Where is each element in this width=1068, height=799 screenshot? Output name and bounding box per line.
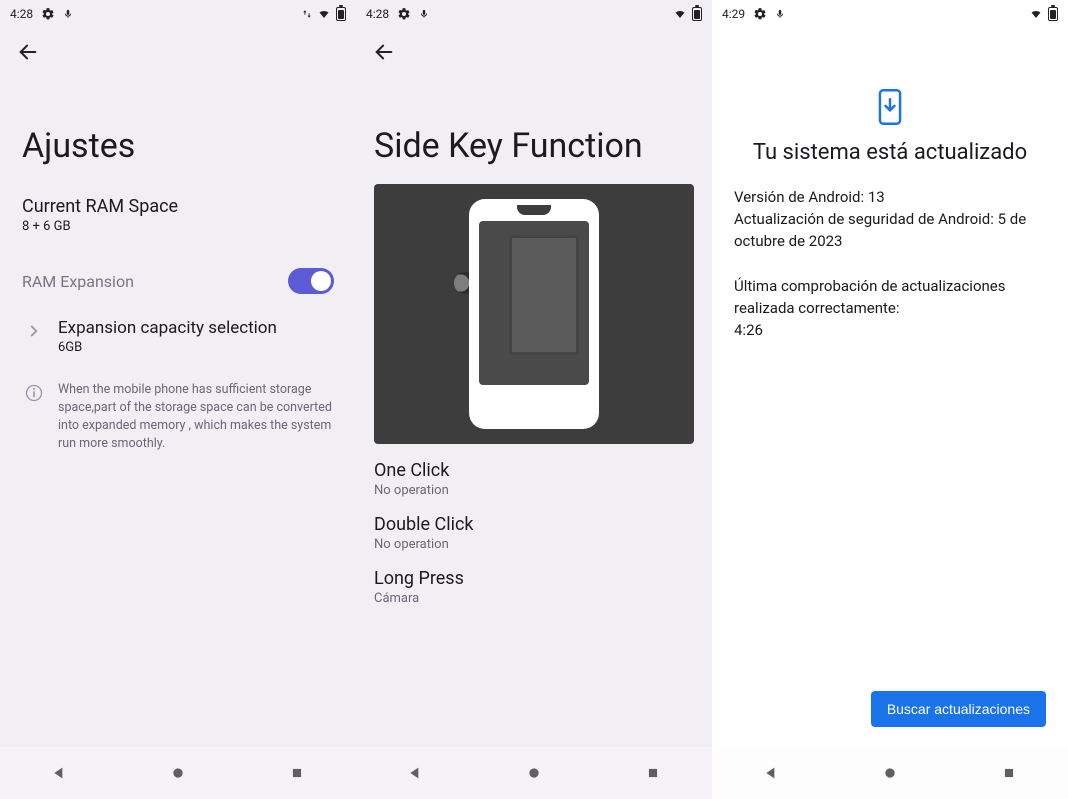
nav-recent-button[interactable] bbox=[989, 753, 1029, 793]
page-title: Side Key Function bbox=[356, 76, 712, 184]
option-double-click[interactable]: Double Click No operation bbox=[356, 498, 712, 552]
update-title: Tu sistema está actualizado bbox=[734, 140, 1046, 165]
android-version-text: Versión de Android: 13 bbox=[734, 187, 1046, 209]
nav-recent-button[interactable] bbox=[277, 753, 317, 793]
gear-icon bbox=[753, 7, 767, 21]
gear-icon bbox=[41, 7, 55, 21]
nav-recent-icon bbox=[1002, 766, 1016, 780]
nav-bar bbox=[356, 747, 712, 799]
battery-icon bbox=[336, 7, 346, 21]
nav-recent-icon bbox=[646, 766, 660, 780]
wifi-icon bbox=[672, 8, 688, 20]
nav-home-button[interactable] bbox=[158, 753, 198, 793]
wifi-icon bbox=[316, 8, 332, 20]
ram-expansion-label: RAM Expansion bbox=[22, 272, 134, 291]
option-title: One Click bbox=[374, 460, 694, 481]
option-value: No operation bbox=[374, 537, 694, 552]
nav-bar bbox=[0, 747, 356, 799]
option-one-click[interactable]: One Click No operation bbox=[356, 444, 712, 498]
gear-icon bbox=[397, 7, 411, 21]
nav-home-button[interactable] bbox=[870, 753, 910, 793]
nav-home-icon bbox=[882, 765, 898, 781]
nav-bar bbox=[712, 747, 1068, 799]
phone-illustration bbox=[469, 199, 599, 429]
screen-system-update: 4:29 Tu sistema está actualizado Vers bbox=[712, 0, 1068, 799]
back-button[interactable] bbox=[12, 36, 44, 68]
option-value: No operation bbox=[374, 483, 694, 498]
status-time: 4:29 bbox=[722, 7, 745, 21]
nav-home-icon bbox=[526, 765, 542, 781]
security-update-text: Actualización de seguridad de Android: 5… bbox=[734, 209, 1046, 253]
option-title: Long Press bbox=[374, 568, 694, 589]
system-update-icon bbox=[734, 88, 1046, 126]
expansion-capacity-row[interactable]: Expansion capacity selection 6GB bbox=[0, 294, 356, 355]
expansion-info-text: When the mobile phone has sufficient sto… bbox=[58, 381, 334, 454]
side-key-illustration bbox=[374, 184, 694, 444]
chevron-right-icon bbox=[22, 318, 46, 355]
info-icon bbox=[22, 379, 46, 454]
ram-expansion-toggle[interactable] bbox=[288, 268, 334, 294]
expansion-info-row: When the mobile phone has sufficient sto… bbox=[0, 355, 356, 454]
nav-back-button[interactable] bbox=[395, 753, 435, 793]
back-icon bbox=[373, 41, 395, 63]
nav-back-icon bbox=[763, 765, 779, 781]
option-long-press[interactable]: Long Press Cámara bbox=[356, 552, 712, 606]
ram-space-label: Current RAM Space bbox=[0, 196, 356, 217]
status-time: 4:28 bbox=[366, 7, 389, 21]
nav-back-icon bbox=[407, 765, 423, 781]
nav-back-button[interactable] bbox=[751, 753, 791, 793]
back-button[interactable] bbox=[368, 36, 400, 68]
status-bar: 4:29 bbox=[712, 0, 1068, 28]
mic-icon bbox=[419, 7, 429, 21]
screen-side-key: 4:28 Side Key Function bbox=[356, 0, 712, 799]
status-bar: 4:28 bbox=[356, 0, 712, 28]
mic-icon bbox=[775, 7, 785, 21]
expansion-capacity-title: Expansion capacity selection bbox=[58, 318, 334, 338]
option-value: Cámara bbox=[374, 591, 694, 606]
nav-recent-icon bbox=[290, 766, 304, 780]
last-check-time: 4:26 bbox=[734, 320, 1046, 342]
nav-back-button[interactable] bbox=[39, 753, 79, 793]
ram-space-value: 8 + 6 GB bbox=[0, 217, 356, 234]
nav-recent-button[interactable] bbox=[633, 753, 673, 793]
battery-icon bbox=[692, 7, 702, 21]
nav-back-icon bbox=[51, 765, 67, 781]
nav-home-icon bbox=[170, 765, 186, 781]
updown-icon bbox=[302, 8, 312, 20]
page-title: Ajustes bbox=[0, 76, 356, 196]
wifi-icon bbox=[1028, 8, 1044, 20]
nav-home-button[interactable] bbox=[514, 753, 554, 793]
option-title: Double Click bbox=[374, 514, 694, 535]
last-check-label: Última comprobación de actualizaciones r… bbox=[734, 276, 1046, 320]
back-icon bbox=[17, 41, 39, 63]
battery-icon bbox=[1048, 7, 1058, 21]
status-time: 4:28 bbox=[10, 7, 33, 21]
screen-ram-settings: 4:28 Ajust bbox=[0, 0, 356, 799]
check-updates-button[interactable]: Buscar actualizaciones bbox=[871, 691, 1046, 727]
mic-icon bbox=[63, 7, 73, 21]
expansion-capacity-value: 6GB bbox=[58, 340, 334, 355]
status-bar: 4:28 bbox=[0, 0, 356, 28]
